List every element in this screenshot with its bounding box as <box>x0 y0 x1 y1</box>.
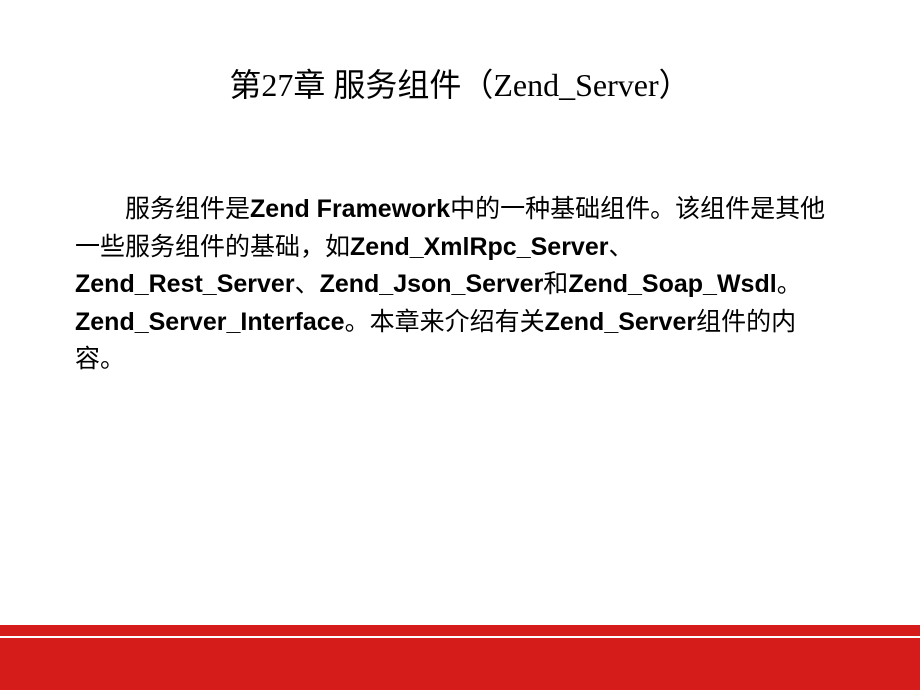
text-part11: 。 <box>777 271 802 298</box>
footer-stripe-top <box>0 625 920 634</box>
text-part5: 、 <box>608 234 633 261</box>
text-part1: 服务组件是 <box>125 196 250 223</box>
text-part8: Zend_Json_Server <box>320 270 544 298</box>
slide-body: 服务组件是Zend Framework中的一种基础组件。该组件是其他一些服务组件… <box>75 191 845 379</box>
text-part14: Zend_Server <box>545 308 696 336</box>
text-part2: Zend Framework <box>250 195 450 223</box>
text-part7: 、 <box>295 271 320 298</box>
text-part6: Zend_Rest_Server <box>75 270 295 298</box>
text-part13: 。本章来介绍有关 <box>345 309 545 336</box>
slide-container: 第27章 服务组件（Zend_Server） 服务组件是Zend Framewo… <box>0 0 920 690</box>
slide-title: 第27章 服务组件（Zend_Server） <box>75 60 845 106</box>
text-part9: 和 <box>543 271 568 298</box>
footer-bar <box>0 638 920 690</box>
text-part10: Zend_Soap_Wsdl <box>568 270 776 298</box>
text-part12: Zend_Server_Interface <box>75 308 345 336</box>
text-part4: Zend_XmlRpc_Server <box>350 233 608 261</box>
